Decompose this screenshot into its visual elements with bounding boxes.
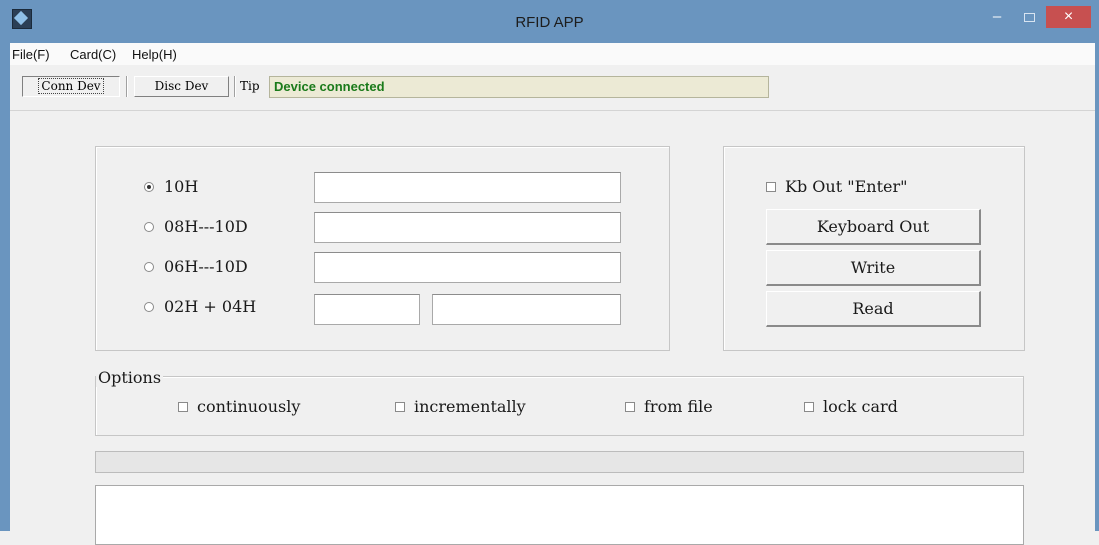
toolbar: Conn Dev Disc Dev Tip Device connected — [10, 70, 1095, 104]
write-button[interactable]: Write — [766, 250, 981, 286]
window-border-left — [0, 0, 10, 531]
radio-10h[interactable]: 10H — [144, 177, 198, 196]
hex04-field[interactable] — [432, 294, 621, 325]
keyboard-out-button[interactable]: Keyboard Out — [766, 209, 981, 245]
checkbox-label: incrementally — [414, 397, 526, 416]
window-border-right — [1095, 0, 1099, 531]
checkbox-label: from file — [644, 397, 713, 416]
radio-label: 10H — [164, 177, 199, 196]
actions-group: Kb Out "Enter" Keyboard Out Write Read — [723, 146, 1025, 351]
kb-enter-checkbox[interactable]: Kb Out "Enter" — [766, 177, 907, 196]
checkbox-box[interactable] — [178, 401, 188, 412]
menu-file[interactable]: File(F) — [12, 47, 50, 62]
radio-08h-10d[interactable]: 08H---10D — [144, 217, 248, 236]
minimize-button[interactable]: – — [982, 7, 1012, 27]
toolbar-separator — [234, 76, 236, 97]
lock-card-checkbox[interactable]: lock card — [804, 397, 898, 416]
menu-card[interactable]: Card(C) — [70, 47, 116, 62]
title-bar[interactable]: RFID APP – × — [0, 0, 1099, 43]
format-group: 10H 08H---10D 06H---10D 02H + 04H — [95, 146, 670, 351]
tip-label: Tip — [240, 79, 260, 93]
menu-bar: File(F) Card(C) Help(H) — [10, 43, 1095, 65]
checkbox-box[interactable] — [766, 181, 776, 192]
connect-device-label: Conn Dev — [38, 78, 104, 94]
connect-device-button[interactable]: Conn Dev — [22, 76, 120, 97]
checkbox-label: continuously — [197, 397, 301, 416]
maximize-button[interactable] — [1014, 7, 1044, 27]
radio-02h-04h[interactable]: 02H + 04H — [144, 297, 256, 316]
checkbox-box[interactable] — [804, 401, 814, 412]
radio-button[interactable] — [144, 221, 154, 232]
continuously-checkbox[interactable]: continuously — [178, 397, 300, 416]
radio-button[interactable] — [144, 261, 154, 272]
checkbox-box[interactable] — [395, 401, 405, 412]
hex06-dec10-field[interactable] — [314, 252, 621, 283]
hex08-dec10-field[interactable] — [314, 212, 621, 243]
radio-label: 02H + 04H — [164, 297, 257, 316]
checkbox-label: lock card — [823, 397, 898, 416]
radio-label: 08H---10D — [164, 217, 248, 236]
hex02-field[interactable] — [314, 294, 420, 325]
close-button[interactable]: × — [1046, 6, 1091, 28]
radio-button[interactable] — [144, 301, 154, 312]
radio-06h-10d[interactable]: 06H---10D — [144, 257, 248, 276]
disconnect-device-button[interactable]: Disc Dev — [134, 76, 229, 97]
read-button[interactable]: Read — [766, 291, 981, 327]
from-file-checkbox[interactable]: from file — [625, 397, 713, 416]
options-legend: Options — [96, 368, 164, 387]
log-output[interactable] — [95, 485, 1024, 545]
toolbar-separator — [126, 76, 128, 97]
radio-label: 06H---10D — [164, 257, 248, 276]
radio-button[interactable] — [144, 181, 154, 192]
status-message: Device connected — [269, 76, 769, 98]
main-panel: 10H 08H---10D 06H---10D 02H + 04H Kb Out… — [10, 110, 1095, 545]
hex10-field[interactable] — [314, 172, 621, 203]
options-group: continuously incrementally from file loc… — [95, 376, 1024, 436]
progress-bar — [95, 451, 1024, 473]
checkbox-box[interactable] — [625, 401, 635, 412]
menu-help[interactable]: Help(H) — [132, 47, 177, 62]
incrementally-checkbox[interactable]: incrementally — [395, 397, 526, 416]
window-title: RFID APP — [515, 14, 584, 31]
kb-enter-label: Kb Out "Enter" — [785, 177, 908, 196]
